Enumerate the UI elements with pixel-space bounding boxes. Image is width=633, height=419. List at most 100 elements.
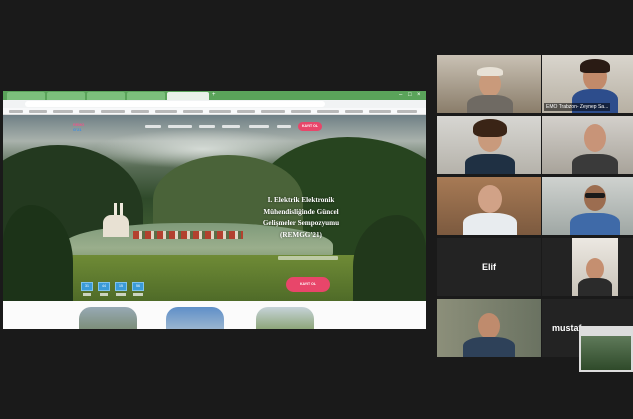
event-date xyxy=(278,256,338,260)
participant-name xyxy=(439,225,443,233)
hero-title-line: Gelişmeler Sempozyumu xyxy=(262,219,340,227)
video-conference-screen: + – □ × REMG G'21 KAYIT OL I. Elektrik E… xyxy=(0,0,633,419)
participant-face xyxy=(586,258,604,280)
bookmark-item[interactable] xyxy=(397,110,417,113)
close-icon[interactable]: × xyxy=(417,92,421,99)
participant-body xyxy=(467,95,513,113)
participant-body xyxy=(463,337,515,357)
participant-face xyxy=(584,185,606,211)
address-row xyxy=(3,100,426,108)
countdown-label xyxy=(83,293,91,296)
bookmarks-bar xyxy=(3,108,426,115)
minimize-icon[interactable]: – xyxy=(399,92,402,99)
thumbnail-header xyxy=(581,328,631,336)
thumbnail-preview xyxy=(581,336,631,370)
bookmark-item[interactable] xyxy=(101,110,125,113)
browser-tab[interactable] xyxy=(7,92,45,100)
website-page: REMG G'21 KAYIT OL I. Elektrik Elektroni… xyxy=(3,115,426,329)
bookmark-item[interactable] xyxy=(261,110,285,113)
countdown-label xyxy=(116,293,126,296)
hero-title-line: I. Elektrik Elektronik xyxy=(267,196,335,204)
self-view-thumbnail[interactable] xyxy=(579,326,633,372)
register-nav-button[interactable]: KAYIT OL xyxy=(298,122,322,131)
participant-tile[interactable] xyxy=(437,55,541,113)
participant-tile[interactable] xyxy=(542,177,633,235)
participant-face xyxy=(478,185,502,213)
participant-name xyxy=(544,225,548,233)
bookmark-item[interactable] xyxy=(209,110,231,113)
browser-tab-bar: + – □ × xyxy=(3,91,426,100)
village-houses xyxy=(133,231,243,239)
participant-name xyxy=(439,103,443,111)
nav-item[interactable] xyxy=(199,125,215,128)
participant-face xyxy=(584,124,606,152)
participant-name xyxy=(544,164,548,172)
hero-image: REMG G'21 KAYIT OL I. Elektrik Elektroni… xyxy=(3,115,426,301)
participant-tile[interactable] xyxy=(437,177,541,235)
browser-tab[interactable] xyxy=(47,92,85,100)
nav-item[interactable] xyxy=(277,125,291,128)
browser-tab[interactable] xyxy=(87,92,125,100)
participant-tile[interactable] xyxy=(437,299,541,357)
hero-title-line: (REMGG'21) xyxy=(280,230,322,239)
maximize-icon[interactable]: □ xyxy=(408,92,412,99)
bookmark-item[interactable] xyxy=(369,110,391,113)
bookmark-item[interactable] xyxy=(9,110,23,113)
bookmark-item[interactable] xyxy=(79,110,95,113)
image-card[interactable] xyxy=(256,307,314,329)
bookmark-item[interactable] xyxy=(291,110,311,113)
new-tab-icon[interactable]: + xyxy=(212,92,216,99)
participant-hat xyxy=(477,67,503,76)
countdown-days: 31 xyxy=(81,282,93,291)
participant-tile[interactable] xyxy=(437,116,541,174)
nav-item[interactable] xyxy=(222,125,240,128)
participant-hair xyxy=(473,119,507,137)
browser-tab-active[interactable] xyxy=(167,92,209,100)
countdown-minutes: 15 xyxy=(115,282,127,291)
participant-body xyxy=(572,154,618,174)
bookmark-item[interactable] xyxy=(183,110,203,113)
nav-item[interactable] xyxy=(249,125,269,128)
image-card[interactable] xyxy=(166,307,224,329)
sunglasses xyxy=(585,193,605,198)
nav-item[interactable] xyxy=(145,125,161,128)
content-section xyxy=(3,301,426,329)
image-card[interactable] xyxy=(79,307,137,329)
hero-title-line: Mühendisliğinde Güncel xyxy=(263,207,339,216)
participant-body xyxy=(570,213,620,235)
bookmark-item[interactable] xyxy=(345,110,363,113)
nav-item[interactable] xyxy=(168,125,192,128)
bookmark-item[interactable] xyxy=(29,110,47,113)
participant-name: Elif xyxy=(481,262,496,272)
participant-tile-camera-off[interactable]: Elif xyxy=(437,238,541,296)
site-navbar: REMG G'21 KAYIT OL xyxy=(3,115,426,139)
browser-tab[interactable] xyxy=(127,92,165,100)
hero-title: I. Elektrik Elektronik Mühendisliğinde G… xyxy=(235,195,367,241)
bookmark-item[interactable] xyxy=(131,110,149,113)
countdown-label xyxy=(133,293,143,296)
countdown-seconds: 56 xyxy=(132,282,144,291)
participant-body xyxy=(463,213,517,235)
shared-screen: + – □ × REMG G'21 KAYIT OL I. Elektrik E… xyxy=(3,91,426,329)
participant-tile[interactable] xyxy=(542,116,633,174)
participant-tile-active-speaker[interactable]: EMO Trabzon- Zeynep Sa... xyxy=(542,55,633,113)
participant-name: EMO Trabzon- Zeynep Sa... xyxy=(544,103,611,111)
address-bar[interactable] xyxy=(25,101,325,107)
participant-name xyxy=(439,164,443,172)
site-logo[interactable]: REMG G'21 xyxy=(73,122,89,132)
participant-tile[interactable] xyxy=(542,238,633,296)
participant-body xyxy=(465,154,515,174)
logo-text-bottom: G'21 xyxy=(73,127,82,132)
participant-hair xyxy=(580,59,610,73)
bookmark-item[interactable] xyxy=(237,110,255,113)
countdown-hours: 44 xyxy=(98,282,110,291)
bookmark-item[interactable] xyxy=(317,110,339,113)
participant-name xyxy=(439,347,443,355)
countdown-label xyxy=(100,293,108,296)
mosque xyxy=(103,215,129,237)
participant-body xyxy=(578,278,612,296)
bookmark-item[interactable] xyxy=(155,110,177,113)
register-button[interactable]: KAYIT OL xyxy=(286,277,330,292)
participant-face xyxy=(478,313,500,339)
bookmark-item[interactable] xyxy=(53,110,73,113)
